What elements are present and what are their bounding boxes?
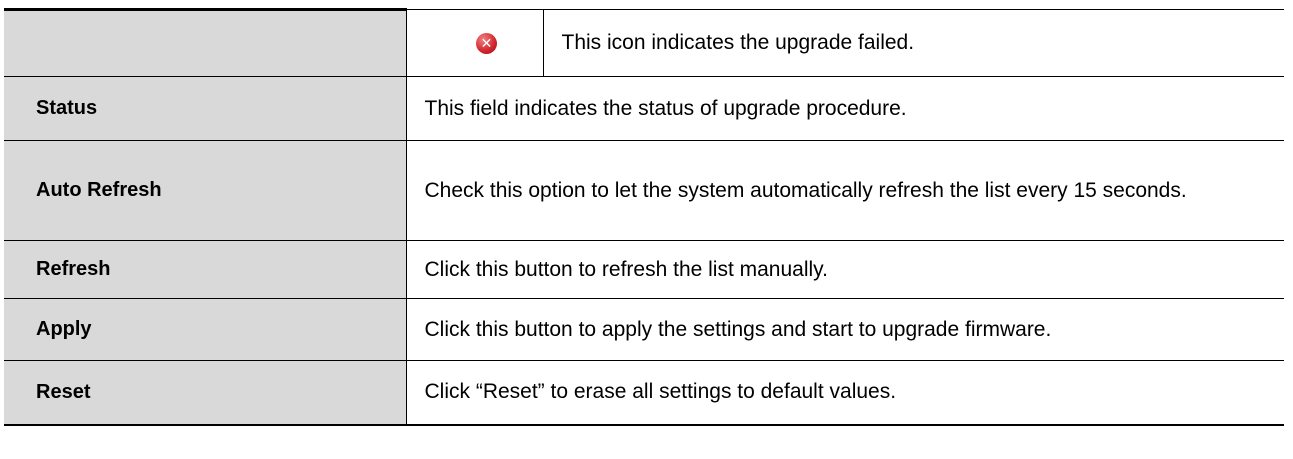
- icon-description-cell: ✕ This icon indicates the upgrade failed…: [406, 9, 1284, 77]
- icon-description: This icon indicates the upgrade failed.: [561, 31, 915, 54]
- icon-cell: ✕: [407, 10, 544, 76]
- param-label: Apply: [4, 298, 407, 361]
- table-row-icon: ✕ This icon indicates the upgrade failed…: [4, 8, 1284, 77]
- param-label: Reset: [4, 360, 407, 426]
- table-row: Status This field indicates the status o…: [4, 76, 1284, 141]
- param-description: Click this button to apply the settings …: [406, 298, 1284, 361]
- parameter-table: ✕ This icon indicates the upgrade failed…: [4, 8, 1284, 426]
- param-description: Click this button to refresh the list ma…: [406, 240, 1284, 299]
- param-description: Click “Reset” to erase all settings to d…: [406, 360, 1284, 426]
- table-row: Apply Click this button to apply the set…: [4, 298, 1284, 361]
- table-row: Reset Click “Reset” to erase all setting…: [4, 360, 1284, 426]
- error-x-icon: ✕: [476, 32, 497, 54]
- table-row: Auto Refresh Check this option to let th…: [4, 140, 1284, 241]
- param-description: Check this option to let the system auto…: [406, 140, 1284, 241]
- param-description: This field indicates the status of upgra…: [406, 76, 1284, 141]
- param-label: Status: [4, 76, 407, 141]
- param-label: Auto Refresh: [4, 140, 407, 241]
- param-cell-empty: [4, 8, 407, 77]
- table-row: Refresh Click this button to refresh the…: [4, 240, 1284, 299]
- param-label: Refresh: [4, 240, 407, 299]
